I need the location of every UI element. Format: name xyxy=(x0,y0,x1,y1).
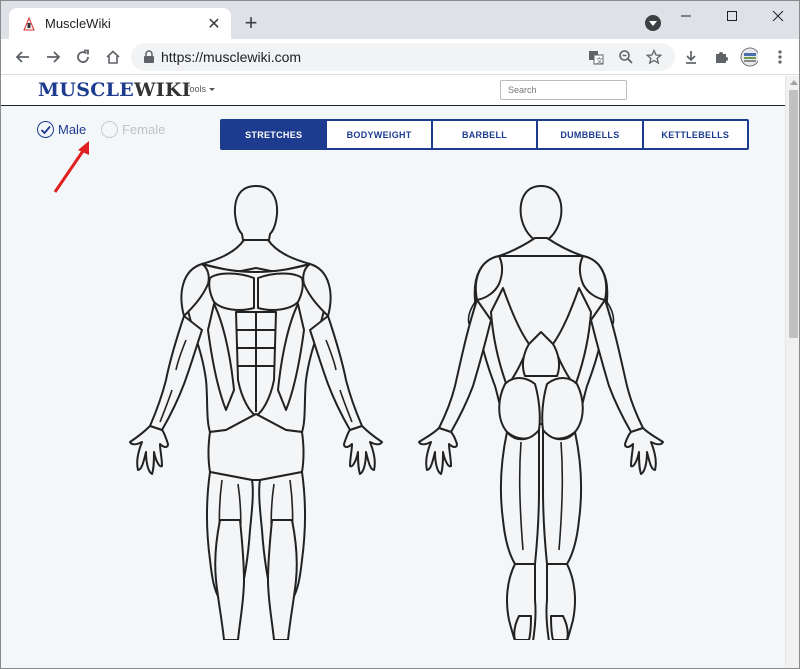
caret-down-icon xyxy=(209,88,216,92)
tab-search-icon[interactable] xyxy=(645,15,661,31)
reload-icon[interactable] xyxy=(71,45,95,69)
zoom-icon[interactable] xyxy=(617,48,635,66)
scroll-up-icon[interactable] xyxy=(790,80,798,85)
tab-stretches[interactable]: STRETCHES xyxy=(222,121,326,148)
empty-circle-icon xyxy=(101,121,118,138)
browser-window: MuscleWiki ✕ + https://musclewiki.com 文 … xyxy=(0,0,800,669)
bookmark-star-icon[interactable] xyxy=(645,48,663,66)
close-window-icon[interactable] xyxy=(755,1,799,31)
back-right-glute xyxy=(541,377,584,440)
tab-barbell[interactable]: BARBELL xyxy=(430,121,536,148)
tab-kettlebells[interactable]: KETTLEBELLS xyxy=(641,121,747,148)
page-scrollbar[interactable] xyxy=(785,76,799,668)
tab-bodyweight[interactable]: BODYWEIGHT xyxy=(325,121,430,148)
search-input[interactable] xyxy=(500,80,627,100)
url-text[interactable]: https://musclewiki.com xyxy=(161,49,301,65)
back-left-glute xyxy=(498,377,541,440)
logo-part-muscle: MUSCLE xyxy=(38,79,135,101)
back-right-arm xyxy=(590,299,644,433)
minimize-icon[interactable] xyxy=(663,1,709,31)
front-left-pec xyxy=(208,272,255,311)
front-body-figure[interactable] xyxy=(126,180,386,640)
checkmark-circle-icon xyxy=(37,121,54,138)
tab-dumbbells[interactable]: DUMBBELLS xyxy=(536,121,641,148)
maximize-icon[interactable] xyxy=(709,1,755,31)
browser-tab[interactable]: MuscleWiki ✕ xyxy=(9,8,231,39)
address-bar[interactable]: https://musclewiki.com 文 xyxy=(131,43,675,71)
back-left-foot xyxy=(513,615,532,640)
extensions-puzzle-icon[interactable] xyxy=(712,48,730,66)
front-right-arm xyxy=(309,315,363,431)
front-left-hand xyxy=(129,425,169,475)
translate-icon[interactable]: 文 xyxy=(587,48,605,66)
tools-label: Tools xyxy=(185,84,207,94)
tab-title: MuscleWiki xyxy=(45,16,111,31)
front-right-pec xyxy=(257,272,304,311)
gender-female-option[interactable]: Female xyxy=(101,121,165,138)
back-body-figure[interactable] xyxy=(411,180,671,640)
svg-text:文: 文 xyxy=(596,56,603,65)
forward-icon[interactable] xyxy=(41,45,65,69)
page-content: MUSCLEWIKI Tools Male Female STRETCHES B… xyxy=(1,76,785,668)
site-logo[interactable]: MUSCLEWIKI xyxy=(38,79,191,101)
scroll-thumb[interactable] xyxy=(789,90,798,338)
male-label: Male xyxy=(58,122,87,137)
back-left-hand xyxy=(418,427,458,475)
back-right-hand xyxy=(624,427,664,475)
new-tab-icon[interactable]: + xyxy=(239,12,263,36)
menu-kebab-icon[interactable] xyxy=(771,48,789,66)
lock-icon[interactable] xyxy=(143,50,155,64)
tab-strip: MuscleWiki ✕ + xyxy=(1,1,799,39)
back-right-foot xyxy=(550,615,569,640)
back-icon[interactable] xyxy=(11,45,35,69)
tab-close-icon[interactable]: ✕ xyxy=(205,14,223,34)
site-header: MUSCLEWIKI Tools xyxy=(1,76,785,106)
female-label: Female xyxy=(122,122,166,137)
front-left-shin xyxy=(214,519,245,640)
front-left-arm xyxy=(149,315,203,431)
gender-male-option[interactable]: Male xyxy=(37,121,86,138)
front-right-hand xyxy=(343,425,383,475)
logo-part-wiki: WIKI xyxy=(134,79,191,101)
download-icon[interactable] xyxy=(682,48,700,66)
tools-menu[interactable]: Tools xyxy=(185,84,216,94)
profile-avatar[interactable] xyxy=(740,47,758,67)
musclewiki-favicon-icon xyxy=(23,16,35,30)
browser-toolbar: https://musclewiki.com 文 xyxy=(1,39,799,75)
red-arrow-icon xyxy=(53,141,89,193)
front-right-shin xyxy=(267,519,298,640)
front-head xyxy=(233,185,279,247)
home-icon[interactable] xyxy=(101,45,125,69)
back-left-arm xyxy=(438,299,492,433)
back-head xyxy=(519,185,563,241)
category-tabs: STRETCHES BODYWEIGHT BARBELL DUMBBELLS K… xyxy=(220,119,749,150)
